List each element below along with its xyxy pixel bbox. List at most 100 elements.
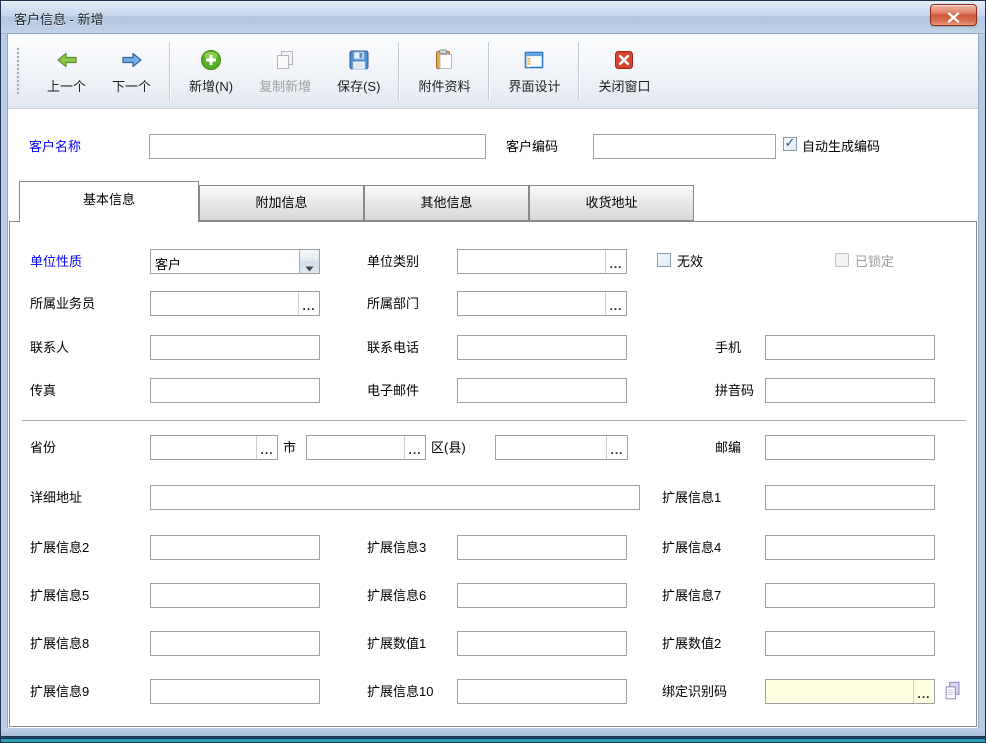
- toolbar-button-label: 附件资料: [418, 76, 470, 95]
- mobile-label: 手机: [715, 340, 741, 356]
- toolbar-button-previous[interactable]: 上一个: [34, 44, 99, 99]
- district-field[interactable]: ...: [495, 435, 628, 460]
- invalid-checkbox[interactable]: [657, 253, 671, 267]
- toolbar-button-label: 保存(S): [337, 76, 380, 95]
- toolbar-button-label: 关闭窗口: [598, 76, 650, 95]
- toolbar-separator: [488, 42, 490, 100]
- invalid-label: 无效: [677, 254, 703, 270]
- unit-nature-value: 客户: [151, 250, 299, 273]
- tab-shipping-address[interactable]: 收货地址: [529, 185, 694, 221]
- city-input[interactable]: [307, 436, 404, 459]
- titlebar[interactable]: 客户信息 - 新增: [1, 1, 985, 34]
- contact-input[interactable]: [150, 335, 320, 360]
- num2-label: 扩展数值2: [662, 636, 721, 652]
- province-label: 省份: [30, 440, 56, 456]
- fax-input[interactable]: [150, 378, 320, 403]
- window-title: 客户信息 - 新增: [14, 9, 104, 28]
- email-input[interactable]: [457, 378, 627, 403]
- toolbar-button-next[interactable]: 下一个: [99, 44, 164, 99]
- ext4-label: 扩展信息4: [662, 540, 721, 556]
- toolbar-button-save[interactable]: 保存(S): [324, 44, 393, 99]
- province-field[interactable]: ...: [150, 435, 278, 460]
- ext4-input[interactable]: [765, 535, 935, 560]
- clipboard-icon: [432, 48, 456, 72]
- client-area: 上一个 下一个 新增(N) 复制新增: [7, 33, 979, 729]
- ext3-input[interactable]: [457, 535, 627, 560]
- zipcode-label: 邮编: [715, 440, 741, 456]
- toolbar-button-ui-design[interactable]: 界面设计: [495, 44, 573, 99]
- auto-code-label: 自动生成编码: [802, 139, 880, 155]
- copy-pages-icon[interactable]: [942, 680, 964, 702]
- tab-basic-info[interactable]: 基本信息: [19, 181, 199, 222]
- toolbar-button-copy-new: 复制新增: [246, 44, 324, 99]
- toolbar-button-close-window[interactable]: 关闭窗口: [585, 44, 663, 99]
- close-icon: [946, 10, 961, 21]
- tab-additional-info[interactable]: 附加信息: [199, 185, 364, 221]
- ext2-label: 扩展信息2: [30, 540, 89, 556]
- ext9-input[interactable]: [150, 679, 320, 704]
- arrow-right-icon: [120, 48, 144, 72]
- tab-other-info[interactable]: 其他信息: [364, 185, 529, 221]
- basic-info-panel: 单位性质 客户 单位类别 ... 无效 已锁定 所属业务员: [9, 221, 977, 727]
- unit-nature-select[interactable]: 客户: [150, 249, 320, 274]
- ext7-input[interactable]: [765, 583, 935, 608]
- binding-code-lookup-button[interactable]: ...: [913, 680, 934, 703]
- fax-label: 传真: [30, 383, 56, 399]
- salesman-input[interactable]: [151, 292, 298, 315]
- address-input[interactable]: [150, 485, 640, 510]
- customer-name-input[interactable]: [149, 134, 486, 159]
- email-label: 电子邮件: [367, 383, 419, 399]
- customer-name-label: 客户名称: [29, 139, 81, 155]
- ext8-input[interactable]: [150, 631, 320, 656]
- ui-design-icon: [522, 48, 546, 72]
- num1-label: 扩展数值1: [367, 636, 426, 652]
- toolbar-gripper[interactable]: [16, 47, 20, 95]
- ext5-input[interactable]: [150, 583, 320, 608]
- department-lookup-button[interactable]: ...: [605, 292, 626, 315]
- city-lookup-button[interactable]: ...: [404, 436, 425, 459]
- ext2-input[interactable]: [150, 535, 320, 560]
- toolbar-button-label: 新增(N): [189, 76, 233, 95]
- titlebar-close-button[interactable]: [930, 4, 977, 26]
- province-input[interactable]: [151, 436, 256, 459]
- salesman-lookup-button[interactable]: ...: [298, 292, 319, 315]
- zipcode-input[interactable]: [765, 435, 935, 460]
- pinyin-input[interactable]: [765, 378, 935, 403]
- district-lookup-button[interactable]: ...: [606, 436, 627, 459]
- binding-code-input[interactable]: [766, 680, 913, 703]
- unit-category-input[interactable]: [458, 250, 605, 273]
- toolbar-separator: [169, 42, 171, 100]
- pinyin-label: 拼音码: [715, 383, 754, 399]
- district-input[interactable]: [496, 436, 606, 459]
- toolbar-button-new[interactable]: 新增(N): [176, 44, 246, 99]
- ext1-input[interactable]: [765, 485, 935, 510]
- auto-code-checkbox[interactable]: ✓: [783, 137, 797, 151]
- unit-category-lookup-button[interactable]: ...: [605, 250, 626, 273]
- unit-nature-dropdown-button[interactable]: [299, 250, 319, 273]
- num2-input[interactable]: [765, 631, 935, 656]
- check-icon: ✓: [785, 135, 796, 151]
- department-input[interactable]: [458, 292, 605, 315]
- ext7-label: 扩展信息7: [662, 588, 721, 604]
- num1-input[interactable]: [457, 631, 627, 656]
- toolbar-button-attachments[interactable]: 附件资料: [405, 44, 483, 99]
- ext6-input[interactable]: [457, 583, 627, 608]
- phone-input[interactable]: [457, 335, 627, 360]
- salesman-field[interactable]: ...: [150, 291, 320, 316]
- binding-code-label: 绑定识别码: [662, 684, 727, 700]
- unit-category-field[interactable]: ...: [457, 249, 627, 274]
- ext10-label: 扩展信息10: [367, 684, 433, 700]
- department-field[interactable]: ...: [457, 291, 627, 316]
- ext10-input[interactable]: [457, 679, 627, 704]
- mobile-input[interactable]: [765, 335, 935, 360]
- binding-code-field[interactable]: ...: [765, 679, 935, 704]
- add-icon: [199, 48, 223, 72]
- city-field[interactable]: ...: [306, 435, 426, 460]
- customer-code-input[interactable]: [593, 134, 776, 159]
- toolbar-separator: [398, 42, 400, 100]
- close-window-icon: [612, 48, 636, 72]
- unit-category-label: 单位类别: [367, 254, 419, 270]
- toolbar-button-label: 界面设计: [508, 76, 560, 95]
- ext9-label: 扩展信息9: [30, 684, 89, 700]
- province-lookup-button[interactable]: ...: [256, 436, 277, 459]
